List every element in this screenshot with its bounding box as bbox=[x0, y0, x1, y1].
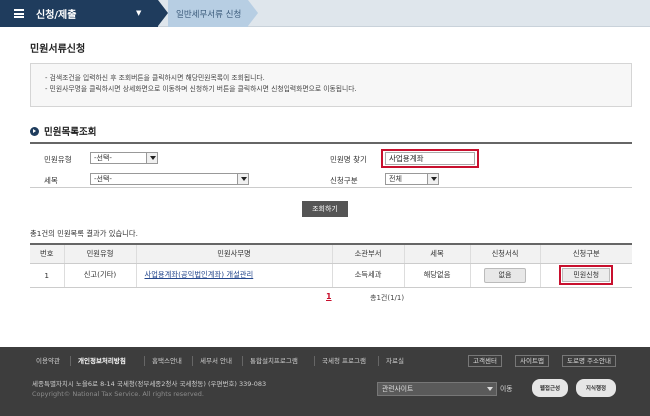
breadcrumb[interactable]: 일반세무서류 신청 bbox=[176, 8, 241, 20]
notice-box: - 검색조건을 입력하신 후 조회버튼을 클릭하시면 해당민원목록이 조회됩니다… bbox=[30, 63, 632, 107]
crumb-divider-2 bbox=[248, 0, 258, 26]
dropdown-arrow-icon bbox=[146, 153, 157, 163]
col-header-tax: 세목 bbox=[403, 243, 470, 264]
footer-separator bbox=[70, 356, 71, 366]
footer-separator bbox=[144, 356, 145, 366]
cell-form: 없음 bbox=[469, 263, 540, 288]
bullet-arrow-icon bbox=[30, 126, 39, 136]
results-table: 번호 민원유형 민원사무명 소관부서 세목 신청서식 신청구분 1 신고(기타)… bbox=[30, 243, 632, 288]
crumb-divider bbox=[158, 0, 168, 26]
top-navigation-bar: 신청/제출 ▼ 일반세무서류 신청 bbox=[0, 0, 650, 27]
footer-link-install[interactable]: 통합설치프로그램 bbox=[246, 355, 302, 367]
footer-link-hometax[interactable]: 홈택스안내 bbox=[148, 355, 186, 367]
col-header-name: 민원사무명 bbox=[135, 243, 332, 264]
road-address-button[interactable]: 도로명 주소안내 bbox=[562, 355, 616, 367]
cell-tax: 해당없음 bbox=[403, 263, 470, 288]
page-number-current[interactable]: 1 bbox=[326, 292, 332, 301]
highlight-box: 민원신청 bbox=[559, 265, 614, 285]
name-search-input[interactable]: 사업용계좌 bbox=[385, 152, 475, 165]
type-label: 민원유형 bbox=[44, 155, 72, 164]
col-header-apply: 신청구분 bbox=[539, 243, 632, 264]
form-none-button[interactable]: 없음 bbox=[484, 267, 526, 283]
menu-button[interactable]: 신청/제출 ▼ bbox=[0, 0, 158, 27]
footer-address: 세종특별자치시 노을6로 8-14 국세청(정부세종2청사 국세청동) (우편번… bbox=[32, 380, 267, 388]
accessibility-badge: 웹접근성 bbox=[532, 379, 568, 397]
cell-no: 1 bbox=[30, 263, 64, 288]
cell-name: 사업용계좌(공익법인계좌) 개설관리 bbox=[135, 263, 332, 288]
col-header-dept: 소관부서 bbox=[331, 243, 404, 264]
search-button[interactable]: 조회하기 bbox=[302, 201, 348, 217]
related-sites-value: 관련사이트 bbox=[382, 385, 414, 393]
notice-line-2: - 민원사무명을 클릭하시면 상세화면으로 이동하며 신청하기 버튼을 클릭하시… bbox=[45, 85, 357, 93]
category-select-value: 전체 bbox=[389, 175, 402, 183]
dropdown-arrow-icon bbox=[427, 174, 438, 184]
footer-link-office[interactable]: 세무서 안내 bbox=[196, 355, 236, 367]
tax-select-value: -선택- bbox=[94, 175, 112, 183]
footer-separator bbox=[378, 356, 379, 366]
footer-separator bbox=[314, 356, 315, 366]
menu-label: 신청/제출 bbox=[36, 10, 77, 21]
col-header-form: 신청서식 bbox=[469, 243, 540, 264]
sitemap-button[interactable]: 사이트맵 bbox=[515, 355, 549, 367]
hamburger-icon bbox=[14, 9, 24, 18]
type-select[interactable]: -선택- bbox=[90, 152, 158, 164]
related-sites-select[interactable]: 관련사이트 bbox=[377, 382, 497, 396]
search-form: 민원유형 -선택- 세목 -선택- 민원명 찾기 사업용계좌 신청구분 전체 bbox=[30, 142, 632, 188]
category-label: 신청구분 bbox=[330, 176, 358, 185]
footer-link-terms[interactable]: 이용약관 bbox=[32, 355, 64, 367]
footer-separator bbox=[192, 356, 193, 366]
footer-link-privacy[interactable]: 개인정보처리방침 bbox=[74, 355, 130, 367]
table-row: 1 신고(기타) 사업용계좌(공익법인계좌) 개설관리 소득세과 해당없음 없음… bbox=[30, 263, 632, 288]
knowledge-admin-badge: 지식행정 bbox=[576, 379, 616, 397]
footer-separator bbox=[242, 356, 243, 366]
result-count: 총1건의 민원목록 결과가 있습니다. bbox=[30, 229, 138, 238]
page-info: 총1건(1/1) bbox=[370, 294, 405, 302]
section-title: 민원목록조회 bbox=[30, 124, 96, 138]
dropdown-arrow-icon bbox=[237, 174, 248, 184]
table-header-row: 번호 민원유형 민원사무명 소관부서 세목 신청서식 신청구분 bbox=[30, 243, 632, 264]
footer-copyright: Copyright© National Tax Service. All rig… bbox=[32, 390, 204, 398]
type-select-value: -선택- bbox=[94, 154, 112, 162]
tax-label: 세목 bbox=[44, 176, 58, 185]
section-title-text: 민원목록조회 bbox=[44, 127, 97, 138]
customer-center-button[interactable]: 고객센터 bbox=[468, 355, 502, 367]
cell-dept: 소득세과 bbox=[331, 263, 404, 288]
col-header-no: 번호 bbox=[30, 243, 64, 264]
apply-button[interactable]: 민원신청 bbox=[562, 268, 611, 282]
footer-link-archive[interactable]: 자료실 bbox=[382, 355, 408, 367]
dropdown-arrow-icon bbox=[487, 387, 493, 391]
tax-select[interactable]: -선택- bbox=[90, 173, 249, 185]
civil-affair-link[interactable]: 사업용계좌(공익법인계좌) 개설관리 bbox=[145, 270, 254, 279]
page-title: 민원서류신청 bbox=[30, 44, 86, 55]
go-button[interactable]: 이동 bbox=[500, 383, 513, 393]
cell-apply: 민원신청 bbox=[539, 263, 632, 288]
category-select[interactable]: 전체 bbox=[385, 173, 439, 185]
cell-type: 신고(기타) bbox=[63, 263, 136, 288]
footer-link-program[interactable]: 국세청 프로그램 bbox=[318, 355, 370, 367]
col-header-type: 민원유형 bbox=[63, 243, 136, 264]
notice-line-1: - 검색조건을 입력하신 후 조회버튼을 클릭하시면 해당민원목록이 조회됩니다… bbox=[45, 74, 265, 82]
caret-down-icon: ▼ bbox=[136, 9, 142, 17]
name-label: 민원명 찾기 bbox=[330, 155, 367, 164]
